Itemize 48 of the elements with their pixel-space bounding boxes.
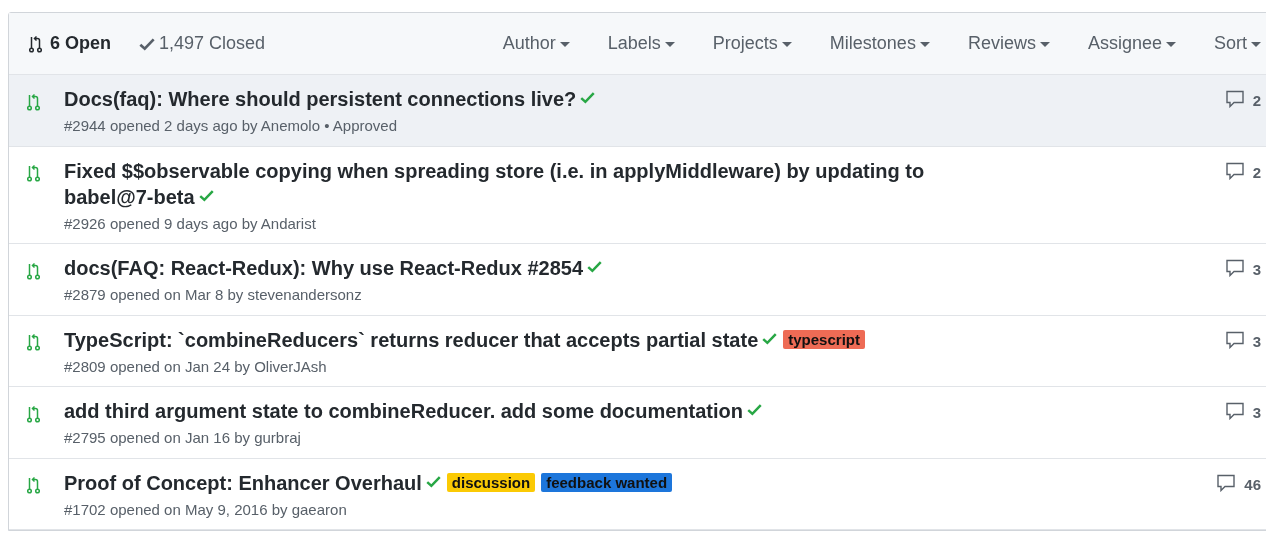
pull-request-icon: [27, 476, 40, 495]
filter-dropdown[interactable]: Assignee: [1087, 30, 1176, 57]
open-filter-link[interactable]: 6 Open: [29, 30, 111, 57]
pull-request-icon: [27, 333, 40, 352]
filter-dropdown[interactable]: Projects: [712, 30, 792, 57]
pull-request-meta: #2926 opened 9 days ago by Andarist: [64, 213, 317, 234]
pull-request-icon: [27, 404, 40, 423]
pull-request-title[interactable]: docs(FAQ: React-Redux): Why use React-Redux #2854: [64, 255, 974, 281]
label-tag[interactable]: typescript: [783, 329, 865, 349]
comment-count-link[interactable]: 2: [1224, 86, 1261, 138]
filter-dropdown[interactable]: Labels: [607, 30, 675, 57]
comment-count-link[interactable]: 46: [1216, 469, 1261, 521]
closed-filter-link[interactable]: 1,497 Closed: [135, 30, 266, 57]
comment-count-link[interactable]: 3: [1224, 255, 1261, 307]
caret-icon: [664, 41, 675, 47]
pull-request-title[interactable]: add third argument state to combineReducer. add some documentation: [64, 398, 974, 424]
comment-icon: [1224, 330, 1245, 349]
pull-request-meta: #2944 opened 2 days ago by Anemolo • Approved: [64, 116, 398, 136]
comment-count-link[interactable]: 3: [1224, 326, 1261, 378]
comment-icon: [1224, 90, 1245, 108]
filter-dropdown[interactable]: Milestones: [829, 30, 930, 57]
filter-dropdown[interactable]: Sort: [1214, 30, 1261, 57]
caret-icon: [1166, 41, 1176, 47]
pull-request-icon: [27, 261, 40, 280]
filter-dropdown[interactable]: Reviews: [967, 30, 1050, 57]
comment-icon: [1224, 161, 1245, 180]
caret-icon: [559, 41, 570, 47]
pull-request-meta: #1702 opened on May 9, 2016 by gaearon: [64, 499, 348, 520]
label-tag[interactable]: feedback wanted: [541, 472, 673, 492]
pull-request-icon: [27, 92, 40, 111]
pull-request-meta: #2879 opened on Mar 8 by stevenandersonz: [64, 285, 363, 305]
comment-count-link[interactable]: 3: [1224, 398, 1261, 450]
comment-icon: [1224, 402, 1245, 420]
pull-request-meta: #2795 opened on Jan 16 by gurbraj: [64, 428, 302, 448]
filter-dropdown[interactable]: Author: [502, 30, 570, 57]
pull-request-title[interactable]: Fixed $$observable copying when spreading store (i.e. in applyMiddleware) by updating to babel@7-beta: [64, 157, 974, 210]
label-tag[interactable]: discussion: [446, 472, 536, 492]
caret-icon: [1251, 41, 1261, 47]
caret-icon: [781, 41, 792, 47]
comment-icon: [1216, 473, 1237, 492]
caret-icon: [1039, 41, 1050, 47]
pull-request-icon: [27, 164, 40, 183]
pull-request-meta: #2809 opened on Jan 24 by OliverJAsh: [64, 356, 328, 377]
caret-icon: [919, 41, 930, 47]
comment-icon: [1224, 259, 1245, 277]
pull-request-title[interactable]: Docs(faq): Where should persistent connections live?: [64, 86, 974, 112]
comment-count-link[interactable]: 2: [1224, 157, 1261, 235]
pull-request-icon: [29, 34, 42, 53]
